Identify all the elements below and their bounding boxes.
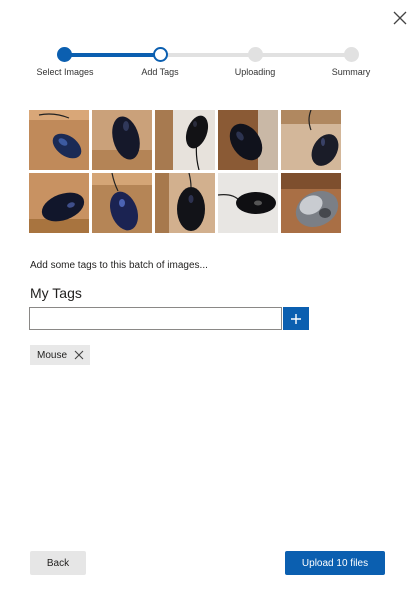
image-thumbnail-grid bbox=[29, 110, 341, 233]
step-dot-select-images bbox=[57, 47, 72, 62]
back-button[interactable]: Back bbox=[30, 551, 86, 575]
image-thumbnail bbox=[218, 173, 278, 233]
image-thumbnail bbox=[155, 173, 215, 233]
step-label-add-tags: Add Tags bbox=[141, 67, 179, 77]
step-dot-uploading bbox=[248, 47, 263, 62]
image-thumbnail bbox=[281, 110, 341, 170]
image-thumbnail bbox=[92, 110, 152, 170]
batch-instructions: Add some tags to this batch of images... bbox=[30, 260, 208, 271]
my-tags-heading: My Tags bbox=[30, 285, 82, 301]
image-thumbnail bbox=[29, 110, 89, 170]
add-tag-button[interactable] bbox=[283, 307, 309, 330]
image-thumbnail bbox=[92, 173, 152, 233]
tag-chip-label: Mouse bbox=[37, 349, 68, 361]
plus-icon bbox=[291, 313, 301, 324]
upload-button[interactable]: Upload 10 files bbox=[285, 551, 385, 575]
step-label-uploading: Uploading bbox=[234, 67, 276, 77]
image-thumbnail bbox=[155, 110, 215, 170]
image-thumbnail bbox=[281, 173, 341, 233]
tag-input[interactable] bbox=[29, 307, 282, 330]
image-thumbnail bbox=[218, 110, 278, 170]
step-label-select-images: Select Images bbox=[36, 67, 94, 77]
progress-stepper: Select Images Add Tags Uploading Summary bbox=[0, 0, 415, 90]
close-icon bbox=[74, 350, 84, 360]
tag-chip: Mouse bbox=[30, 345, 90, 365]
step-dot-summary bbox=[344, 47, 359, 62]
remove-tag-button[interactable] bbox=[74, 350, 84, 360]
step-label-summary: Summary bbox=[331, 67, 371, 77]
stepper-track-complete bbox=[64, 53, 160, 57]
step-dot-add-tags bbox=[153, 47, 168, 62]
image-thumbnail bbox=[29, 173, 89, 233]
